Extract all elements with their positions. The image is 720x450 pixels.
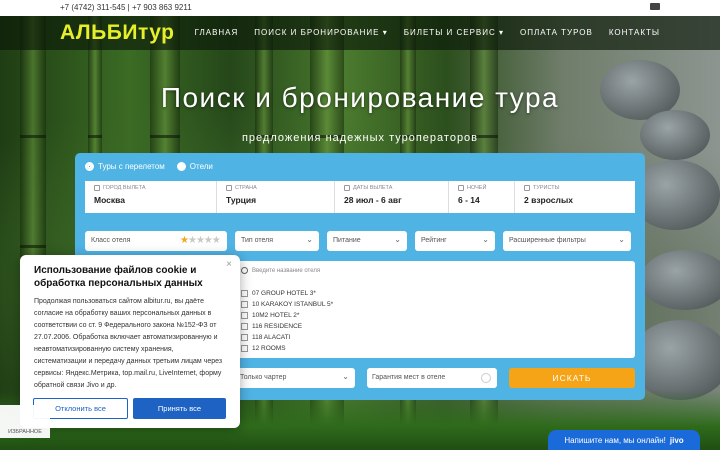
country-field[interactable]: СТРАНА Турция bbox=[217, 181, 335, 213]
hotel-list: Введите название отеля 07 GROUP HOTEL 3*… bbox=[235, 261, 635, 358]
checkbox-icon bbox=[241, 345, 248, 352]
checkbox-icon bbox=[241, 312, 248, 319]
page-subtitle: предложения надежных туроператоров bbox=[241, 132, 479, 144]
chevron-down-icon: ⌄ bbox=[394, 235, 401, 244]
advanced-filters-select[interactable]: Расширенные фильтры ⌄ bbox=[503, 231, 631, 251]
checkbox-icon bbox=[241, 323, 248, 330]
radio-checked-icon bbox=[85, 162, 94, 171]
chevron-down-icon: ⌄ bbox=[342, 372, 349, 381]
mail-icon[interactable] bbox=[650, 3, 660, 10]
mode-tours-radio[interactable]: Туры с перелетом bbox=[85, 162, 165, 171]
plane-icon bbox=[94, 185, 100, 191]
accept-all-button[interactable]: Принять все bbox=[133, 398, 226, 419]
mode-hotels-radio[interactable]: Отели bbox=[176, 162, 213, 171]
search-submit-button[interactable]: ИСКАТЬ bbox=[509, 368, 635, 388]
dates-field[interactable]: ДАТЫ ВЫЛЕТА 28 июл - 6 авг bbox=[335, 181, 449, 213]
rating-select[interactable]: Рейтинг ⌄ bbox=[415, 231, 495, 251]
person-icon bbox=[524, 185, 530, 191]
star-icon: ★ bbox=[180, 235, 189, 246]
chevron-down-icon: ⌄ bbox=[306, 235, 313, 244]
toggle-icon bbox=[481, 373, 491, 383]
checkbox-icon bbox=[241, 334, 248, 341]
hotel-search-input[interactable]: Введите название отеля bbox=[241, 267, 320, 274]
chevron-down-icon: ⌄ bbox=[618, 235, 625, 244]
hotel-option[interactable]: 118 ALACATI bbox=[241, 332, 333, 343]
guarantee-toggle[interactable]: Гарантия мест в отеле bbox=[367, 368, 497, 388]
tourists-field[interactable]: ТУРИСТЫ 2 взрослых bbox=[515, 181, 635, 213]
radio-unchecked-icon bbox=[176, 162, 186, 171]
star-rating[interactable]: ★★★★★ bbox=[180, 235, 221, 246]
nights-field[interactable]: НОЧЕЙ 6 - 14 bbox=[449, 181, 515, 213]
main-nav: ГЛАВНАЯ ПОИСК И БРОНИРОВАНИЕ БИЛЕТЫ И СЕ… bbox=[195, 28, 660, 37]
filter-row: Класс отеля ★★★★★ Тип отеля ⌄ Питание ⌄ Ре… bbox=[85, 231, 635, 251]
top-contact-bar: +7 (4742) 311-545 | +7 903 863 9211 bbox=[0, 0, 720, 16]
hotel-option[interactable]: 10M2 HOTEL 2* bbox=[241, 310, 333, 321]
cookie-consent-dialog: × Использование файлов cookie и обработк… bbox=[20, 255, 240, 428]
bottom-options-row: Только чартер ⌄ Гарантия мест в отеле ИСК… bbox=[235, 368, 635, 388]
favorites-tab[interactable]: ИЗБРАННОЕ bbox=[0, 405, 50, 438]
meal-select[interactable]: Питание ⌄ bbox=[327, 231, 407, 251]
hotel-option[interactable]: 12 ROOMS bbox=[241, 343, 333, 354]
charter-only-select[interactable]: Только чартер ⌄ bbox=[235, 368, 355, 388]
hotel-option[interactable]: 116 RESIDENCE bbox=[241, 321, 333, 332]
star-icon: ★ bbox=[211, 235, 221, 246]
calendar-icon bbox=[344, 185, 350, 191]
star-icon: ★ bbox=[203, 235, 213, 246]
chevron-down-icon: ⌄ bbox=[482, 235, 489, 244]
hotel-option[interactable]: 10 KARAKOY ISTANBUL 5* bbox=[241, 299, 333, 310]
phone-numbers[interactable]: +7 (4742) 311-545 | +7 903 863 9211 bbox=[60, 3, 192, 12]
checkbox-icon bbox=[241, 301, 248, 308]
nav-search-booking[interactable]: ПОИСК И БРОНИРОВАНИЕ bbox=[254, 28, 387, 37]
site-header: АЛЬБИтур ГЛАВНАЯ ПОИСК И БРОНИРОВАНИЕ БИ… bbox=[0, 16, 720, 50]
moon-icon bbox=[458, 185, 464, 191]
jivo-logo: jivo bbox=[669, 435, 684, 445]
nav-home[interactable]: ГЛАВНАЯ bbox=[195, 28, 239, 37]
close-icon[interactable]: × bbox=[226, 259, 232, 270]
checkbox-icon bbox=[241, 290, 248, 297]
departure-city-field[interactable]: ГОРОД ВЫЛЕТА Москва bbox=[85, 181, 217, 213]
hotel-class-filter[interactable]: Класс отеля ★★★★★ bbox=[85, 231, 227, 251]
nav-payment[interactable]: ОПЛАТА ТУРОВ bbox=[520, 28, 593, 37]
cookie-title: Использование файлов cookie и обработка … bbox=[34, 265, 203, 289]
star-icon: ★ bbox=[195, 235, 205, 246]
search-mode-group: Туры с перелетом Отели bbox=[85, 162, 213, 171]
nav-tickets-service[interactable]: БИЛЕТЫ И СЕРВИС bbox=[404, 28, 504, 37]
chat-widget-button[interactable]: Напишите нам, мы онлайн! jivo bbox=[548, 430, 700, 450]
search-fields: ГОРОД ВЫЛЕТА Москва СТРАНА Турция ДАТЫ В… bbox=[85, 181, 635, 213]
hotel-option[interactable]: 07 GROUP HOTEL 3* bbox=[241, 288, 333, 299]
star-icon: ★ bbox=[187, 235, 197, 246]
cookie-body: Продолжая пользоваться сайтом albitur.ru… bbox=[34, 298, 223, 389]
page-title: Поиск и бронирование тура bbox=[160, 82, 560, 113]
nav-contacts[interactable]: КОНТАКТЫ bbox=[609, 28, 660, 37]
site-logo[interactable]: АЛЬБИтур bbox=[60, 21, 174, 45]
location-pin-icon bbox=[226, 185, 232, 191]
search-icon bbox=[241, 267, 248, 274]
hotel-type-select[interactable]: Тип отеля ⌄ bbox=[235, 231, 319, 251]
